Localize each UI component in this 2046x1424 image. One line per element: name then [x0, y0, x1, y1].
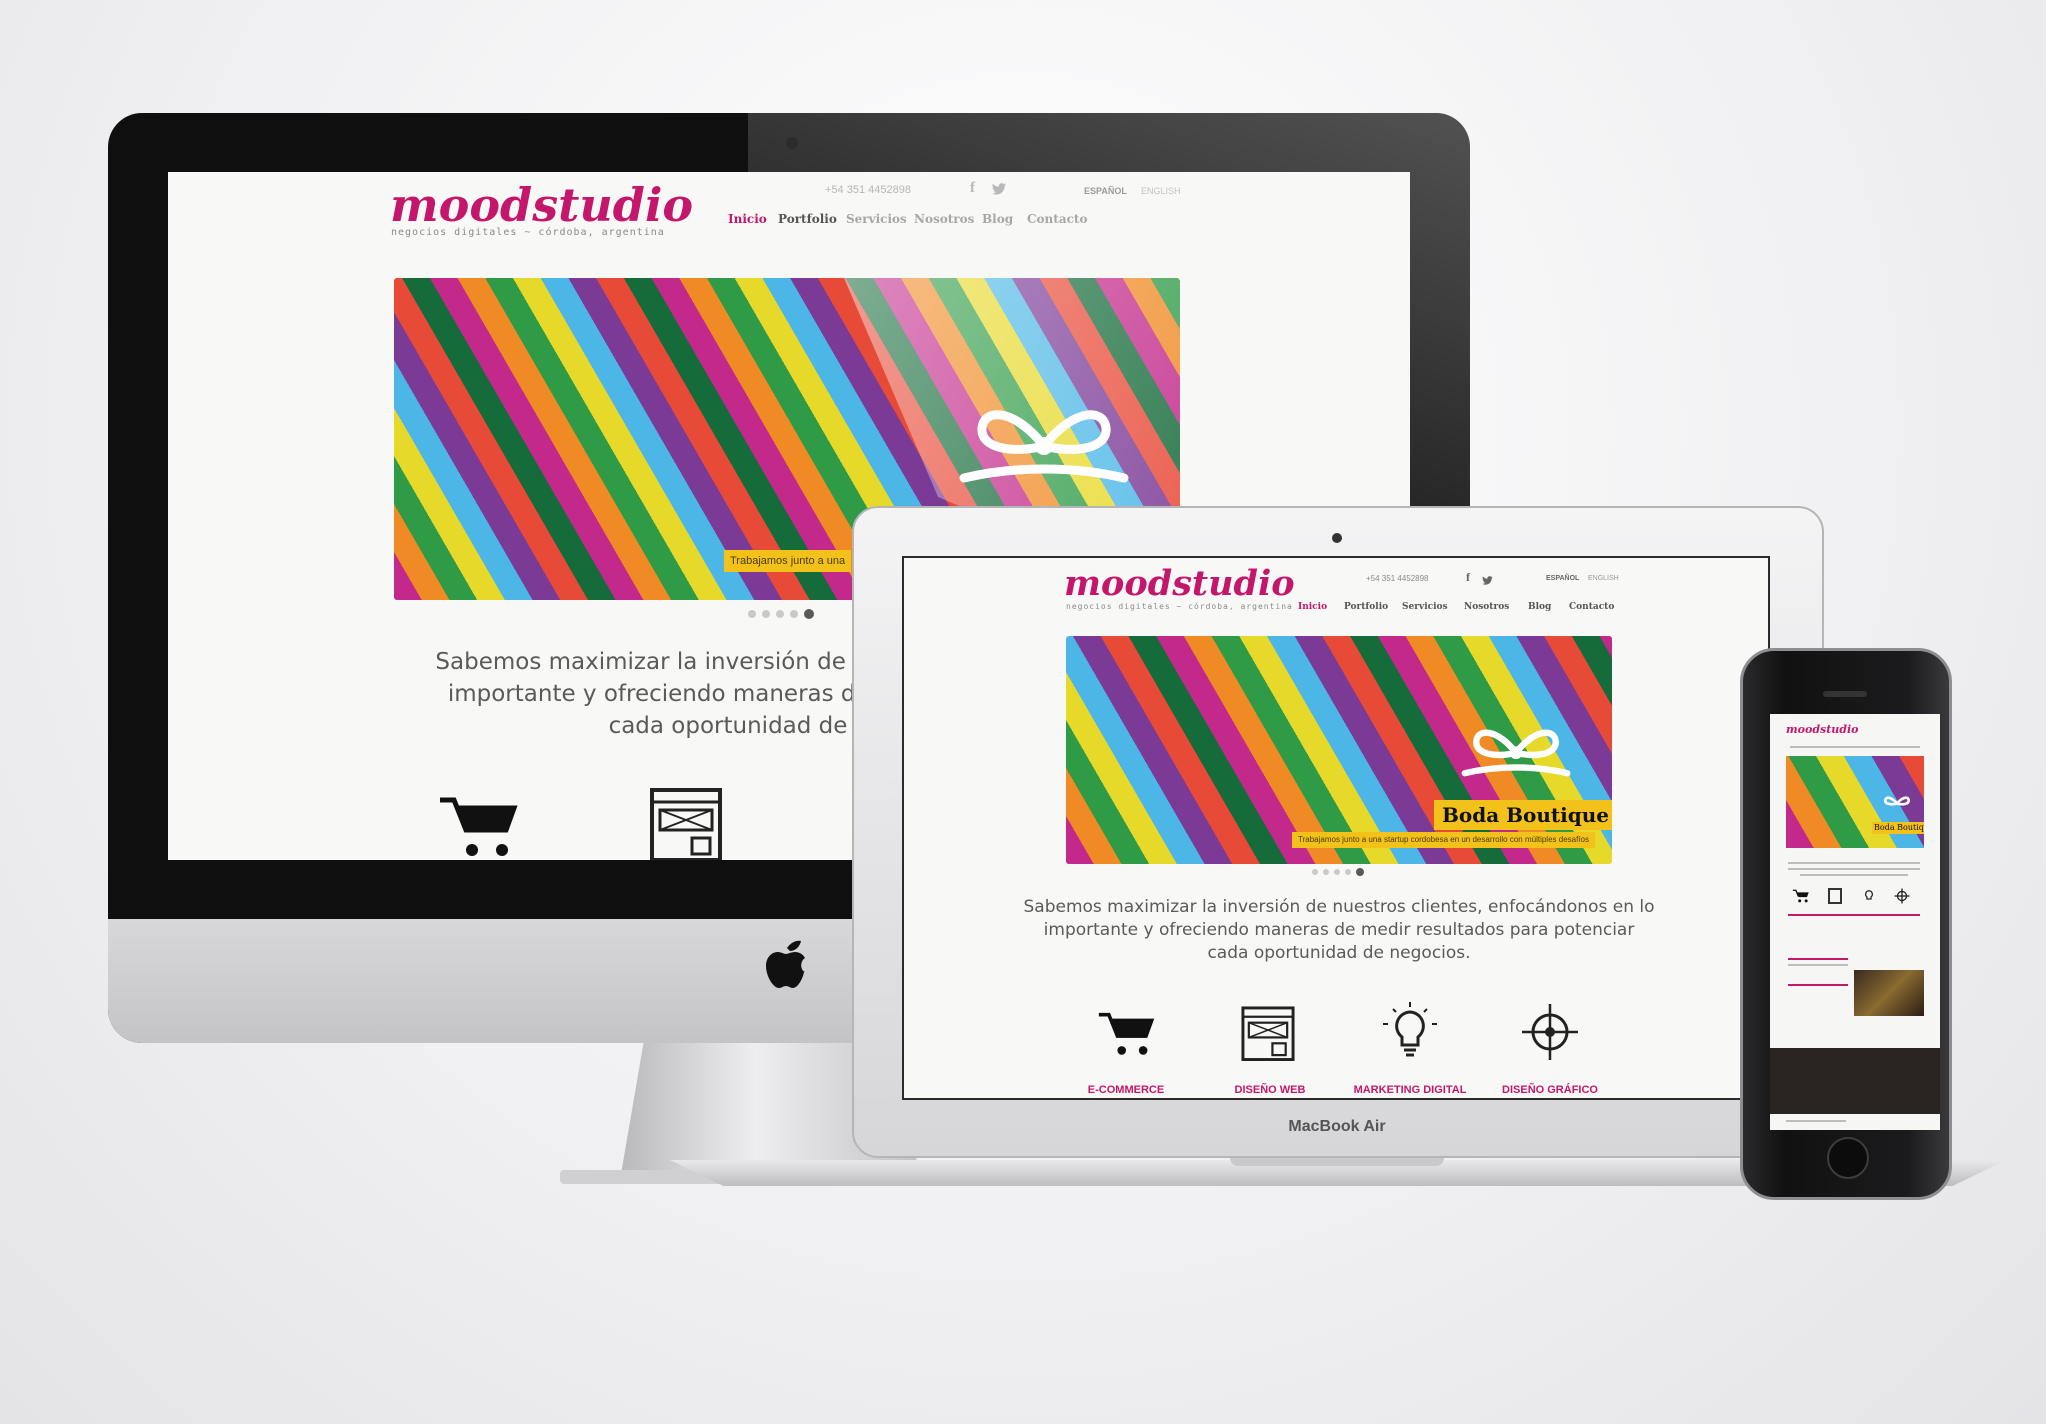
intro-text-lines	[1800, 874, 1908, 876]
cart-icon	[1096, 1002, 1156, 1066]
slide-title: Boda Boutique	[1872, 822, 1924, 834]
slider-dot[interactable]	[748, 610, 756, 618]
slider-dot[interactable]	[762, 610, 770, 618]
site-logo[interactable]: moodstudio	[1064, 566, 1295, 601]
iphone-screen: moodstudio Boda Boutique	[1770, 714, 1940, 1130]
footer-bar	[1786, 1120, 1846, 1122]
slider-dots	[748, 609, 828, 619]
bow-icon	[1454, 722, 1578, 786]
video-thumbnail[interactable]	[1854, 970, 1924, 1016]
nav-nosotros[interactable]: Nosotros	[914, 212, 974, 226]
apple-logo-icon	[760, 932, 814, 996]
slider-dot[interactable]	[1345, 869, 1351, 875]
cart-icon	[436, 794, 520, 860]
slider-dot[interactable]	[1312, 869, 1318, 875]
phone-number: +54 351 4452898	[825, 184, 911, 196]
language-english[interactable]: ENGLISH	[1141, 186, 1181, 196]
nav-contacto[interactable]: Contacto	[1569, 602, 1614, 612]
crosshair-icon	[1894, 888, 1910, 904]
language-spanish[interactable]: ESPAÑOL	[1084, 186, 1127, 196]
slide-caption: Trabajamos junto a una	[724, 550, 852, 572]
nav-contacto[interactable]: Contacto	[1027, 212, 1087, 226]
wireframe-icon	[1828, 888, 1842, 904]
site-tagline: negocios digitales ~ córdoba, argentina	[1066, 602, 1293, 611]
iphone-speaker	[1823, 691, 1867, 697]
slider-dot-active[interactable]	[1356, 868, 1364, 876]
blog-teaser-lines	[1788, 964, 1848, 966]
intro-line: cada oportunidad de negocios.	[1207, 943, 1471, 963]
nav-blog[interactable]: Blog	[982, 212, 1013, 226]
wireframe-icon	[648, 786, 724, 860]
intro-text-lines	[1788, 868, 1920, 870]
blog-teaser-lines	[1788, 984, 1848, 986]
service-label[interactable]: DISEÑO GRÁFICO	[1490, 1084, 1610, 1096]
macbook-screen: moodstudio negocios digitales ~ córdoba,…	[902, 556, 1770, 1100]
lightbulb-icon	[1862, 888, 1876, 904]
slider-dot[interactable]	[776, 610, 784, 618]
slider-dots	[1312, 868, 1372, 876]
crosshair-icon	[1520, 1002, 1580, 1062]
twitter-icon[interactable]	[992, 182, 1006, 195]
service-labels	[1788, 914, 1920, 916]
nav-servicios[interactable]: Servicios	[846, 212, 907, 226]
macbook-notch	[1230, 1158, 1444, 1166]
lightbulb-icon	[1382, 1002, 1438, 1064]
blog-teaser-lines	[1788, 958, 1848, 960]
hero-slider[interactable]: Boda Boutique	[1786, 756, 1924, 848]
language-english[interactable]: ENGLISH	[1588, 575, 1619, 582]
iphone-home-button[interactable]	[1827, 1137, 1869, 1179]
site-tagline: negocios digitales ~ córdoba, argentina	[391, 227, 665, 238]
slider-dot[interactable]	[1334, 869, 1340, 875]
cart-icon	[1792, 888, 1810, 904]
bow-icon	[954, 398, 1134, 498]
bow-icon	[1880, 794, 1914, 814]
intro-text: Sabemos maximizar la inversión de nuestr…	[1014, 896, 1664, 965]
nav-servicios[interactable]: Servicios	[1402, 602, 1448, 612]
macbook-camera	[1332, 533, 1342, 543]
nav-blog[interactable]: Blog	[1528, 602, 1551, 612]
slider-dot[interactable]	[1323, 869, 1329, 875]
macbook-label: MacBook Air	[1288, 1118, 1386, 1135]
language-spanish[interactable]: ESPAÑOL	[1546, 575, 1579, 582]
service-label[interactable]: E-COMMERCE	[1066, 1084, 1186, 1096]
slide-title: Boda Boutique	[1434, 800, 1612, 830]
facebook-icon[interactable]: f	[1466, 570, 1470, 585]
facebook-icon[interactable]: f	[970, 180, 975, 197]
nav-inicio[interactable]: Inicio	[728, 212, 767, 226]
service-label[interactable]: DISEÑO WEB	[1210, 1084, 1330, 1096]
imac-camera	[786, 137, 798, 149]
nav-nosotros[interactable]: Nosotros	[1464, 602, 1509, 612]
nav-bar	[1790, 746, 1920, 748]
site-footer	[1770, 1048, 1940, 1114]
hero-slider[interactable]: Boda Boutique Trabajamos junto a una sta…	[1066, 636, 1612, 864]
intro-text-lines	[1788, 862, 1920, 864]
nav-portfolio[interactable]: Portfolio	[1344, 602, 1388, 612]
slide-caption: Trabajamos junto a una startup cordobesa…	[1292, 832, 1595, 848]
slider-dot-active[interactable]	[804, 609, 814, 619]
intro-line: importante y ofreciendo maneras de medir…	[1043, 920, 1635, 940]
intro-line: Sabemos maximizar la inversión de nuestr…	[1023, 897, 1655, 917]
site-logo[interactable]: moodstudio	[1786, 724, 1858, 735]
slider-dot[interactable]	[790, 610, 798, 618]
nav-portfolio[interactable]: Portfolio	[778, 212, 837, 226]
wireframe-icon	[1240, 1002, 1296, 1064]
phone-number: +54 351 4452898	[1366, 574, 1429, 583]
nav-inicio[interactable]: Inicio	[1298, 602, 1327, 612]
site-logo[interactable]: moodstudio	[390, 182, 693, 228]
twitter-icon[interactable]	[1482, 572, 1493, 585]
service-label[interactable]: MARKETING DIGITAL	[1340, 1084, 1480, 1096]
